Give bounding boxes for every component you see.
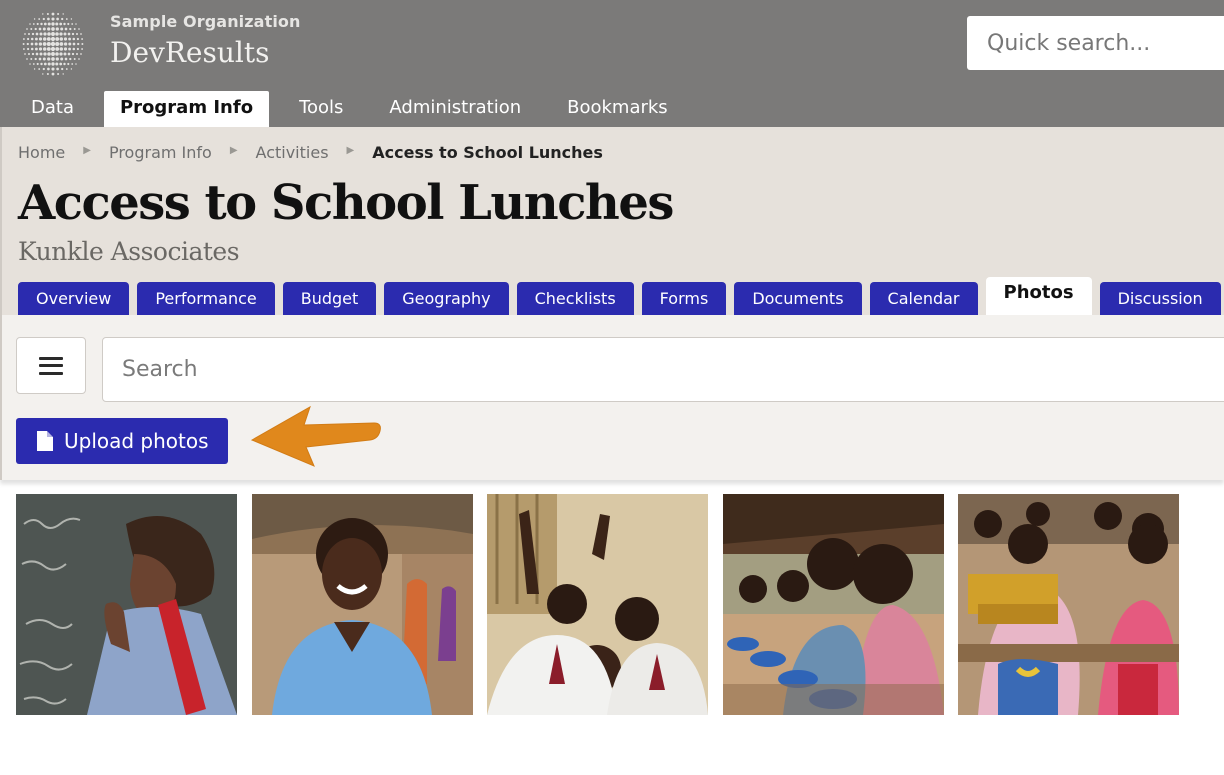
photo-image	[251, 494, 473, 715]
main-nav: Data Program Info Tools Administration B…	[0, 91, 698, 127]
tab-overview[interactable]: Overview	[18, 282, 130, 315]
breadcrumb-home[interactable]: Home	[18, 143, 65, 162]
breadcrumb-current: Access to School Lunches	[372, 143, 603, 162]
upload-photos-button[interactable]: Upload photos	[16, 418, 228, 464]
nav-item-administration[interactable]: Administration	[373, 91, 537, 127]
photo-image	[487, 494, 708, 715]
nav-item-data[interactable]: Data	[15, 91, 90, 127]
nav-item-tools[interactable]: Tools	[283, 91, 359, 127]
photo-thumbnail-smiling-girl[interactable]	[251, 494, 473, 715]
breadcrumb-separator-icon: ▶	[83, 145, 91, 156]
tab-calendar[interactable]: Calendar	[869, 282, 978, 315]
photo-image	[722, 494, 944, 715]
photo-gallery	[16, 494, 1194, 715]
breadcrumb-separator-icon: ▶	[229, 145, 238, 156]
photo-search-input[interactable]	[102, 337, 1224, 402]
breadcrumb-activities[interactable]: Activities	[256, 143, 329, 162]
breadcrumb-separator-icon: ▶	[346, 145, 355, 156]
photo-image	[16, 494, 237, 715]
pointer-arrow-icon	[250, 405, 381, 467]
nav-item-bookmarks[interactable]: Bookmarks	[551, 91, 684, 127]
tab-forms[interactable]: Forms	[641, 282, 727, 315]
breadcrumb: Home ▶ Program Info ▶ Activities ▶ Acces…	[18, 143, 603, 162]
quick-search-input[interactable]	[967, 16, 1224, 70]
globe-logo-icon[interactable]	[19, 10, 87, 78]
photo-thumbnail-chalkboard[interactable]	[16, 494, 237, 715]
page-title: Access to School Lunches	[18, 175, 674, 231]
tab-checklists[interactable]: Checklists	[516, 282, 634, 315]
tab-performance[interactable]: Performance	[137, 282, 275, 315]
photo-thumbnail-blue-bowls[interactable]	[722, 494, 944, 715]
title-area: Home ▶ Program Info ▶ Activities ▶ Acces…	[0, 127, 1224, 315]
photo-image	[958, 494, 1179, 715]
tab-geography[interactable]: Geography	[384, 282, 509, 315]
breadcrumb-program-info[interactable]: Program Info	[109, 143, 212, 162]
photo-thumbnail-wooden-desks[interactable]	[958, 494, 1179, 715]
nav-item-program-info[interactable]: Program Info	[103, 91, 270, 127]
org-name: Sample Organization	[110, 12, 301, 31]
app-name[interactable]: DevResults	[110, 36, 269, 69]
photos-toolbar: Upload photos	[0, 315, 1224, 480]
tab-documents[interactable]: Documents	[734, 282, 862, 315]
tab-budget[interactable]: Budget	[282, 282, 377, 315]
hamburger-icon	[39, 356, 63, 375]
menu-button[interactable]	[16, 337, 86, 394]
top-header: Sample Organization DevResults Data Prog…	[0, 0, 1224, 127]
upload-photos-label: Upload photos	[64, 429, 209, 453]
activity-tabs: Overview Performance Budget Geography Ch…	[18, 277, 1224, 315]
file-icon	[37, 431, 53, 451]
page-subtitle[interactable]: Kunkle Associates	[18, 237, 240, 266]
tab-photos[interactable]: Photos	[985, 277, 1092, 315]
tab-discussion[interactable]: Discussion	[1099, 282, 1221, 315]
photo-thumbnail-raised-hands[interactable]	[487, 494, 708, 715]
